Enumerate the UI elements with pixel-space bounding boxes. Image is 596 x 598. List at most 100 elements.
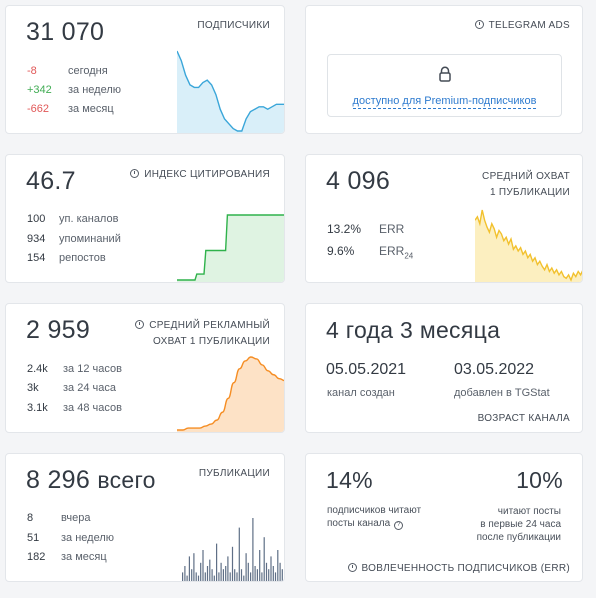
engagement-left-text-2-wrap: посты канала? — [327, 518, 404, 530]
ad-reach-24h-label: за 24 часа — [63, 382, 116, 394]
clock-icon — [474, 20, 484, 29]
citation-reposts-row: 154 репостов — [27, 252, 106, 264]
engagement-right-text-2: в первые 24 часа — [480, 519, 561, 530]
channel-age-value: 4 года 3 месяца — [326, 317, 501, 343]
publications-bar — [220, 562, 222, 581]
publications-bar — [197, 575, 200, 581]
citation-sparkline — [177, 214, 284, 282]
publications-bar — [231, 546, 234, 581]
subscribers-title: ПОДПИСЧИКИ — [197, 20, 270, 31]
publications-bar — [238, 527, 240, 581]
citation-reposts-label: репостов — [59, 252, 106, 264]
publications-bar — [268, 569, 270, 581]
publications-bar — [206, 566, 209, 581]
citation-mentions-label: упоминаний — [59, 233, 121, 245]
created-label: канал создан — [327, 387, 395, 399]
engagement-card: 14% подписчиков читают посты канала? 10%… — [305, 453, 583, 582]
publications-bar — [236, 572, 238, 581]
ad-reach-sparkline-area — [177, 357, 284, 432]
publications-week-label: за неделю — [61, 532, 115, 544]
reach-title: СРЕДНИЙ ОХВАТ 1 ПУБЛИКАЦИИ — [482, 169, 570, 201]
clock-icon — [347, 563, 357, 572]
publications-bar — [218, 572, 220, 581]
citation-card[interactable]: 46.7 ИНДЕКС ЦИТИРОВАНИЯ 100 уп. каналов … — [5, 154, 285, 283]
ad-reach-sparkline — [177, 356, 284, 432]
subscribers-month-row: -662 за месяц — [27, 103, 114, 115]
citation-mentions-row: 934 упоминаний — [27, 233, 121, 245]
reach-err-label: ERR — [379, 222, 405, 236]
publications-bar — [184, 566, 186, 581]
publications-week-row: 51 за неделю — [27, 532, 114, 544]
ad-reach-12h-value: 2.4k — [27, 363, 48, 375]
telegram-ads-card: TELEGRAM ADS доступно для Premium-подпис… — [305, 5, 583, 134]
subscribers-today-label: сегодня — [68, 65, 108, 77]
publications-title: ПУБЛИКАЦИИ — [198, 468, 270, 479]
reach-title-line1: СРЕДНИЙ ОХВАТ — [482, 171, 570, 182]
publications-bar — [250, 572, 252, 581]
publications-bar — [202, 550, 204, 581]
publications-month-value: 182 — [27, 551, 46, 563]
subscribers-week-label: за неделю — [68, 84, 122, 96]
citation-channels-row: 100 уп. каналов — [27, 213, 118, 225]
publications-bar — [225, 566, 227, 581]
reach-card[interactable]: 4 096 СРЕДНИЙ ОХВАТ 1 ПУБЛИКАЦИИ 13.2% E… — [305, 154, 583, 283]
publications-bar — [263, 537, 265, 581]
reach-sparkline — [475, 209, 582, 282]
publications-bar — [245, 553, 247, 581]
citation-label: ИНДЕКС ЦИТИРОВАНИЯ — [144, 169, 270, 180]
publications-bar — [247, 562, 249, 581]
publications-bar — [265, 562, 268, 581]
publications-bar — [240, 569, 243, 581]
ad-reach-title-line2: ОХВАТ 1 ПУБЛИКАЦИИ — [153, 336, 270, 347]
publications-bar — [234, 569, 236, 581]
ad-reach-24h-row: 3k за 24 часа — [27, 382, 116, 394]
engagement-right-text-3: после публикации — [476, 532, 561, 543]
publications-card[interactable]: 8 296 всего ПУБЛИКАЦИИ 8 вчера 51 за нед… — [5, 453, 285, 582]
publications-total: 8 296 всего — [26, 466, 156, 495]
ad-reach-value: 2 959 — [26, 316, 91, 344]
added-date: 03.05.2022 — [454, 361, 535, 378]
created-date: 05.05.2021 — [326, 361, 407, 378]
info-icon[interactable]: ? — [394, 521, 404, 530]
ad-reach-24h-value: 3k — [27, 382, 39, 394]
premium-lock-box[interactable]: доступно для Premium-подписчиков — [327, 54, 562, 117]
telegram-ads-label: TELEGRAM ADS — [488, 20, 570, 31]
subscribers-month-value: -662 — [27, 103, 50, 115]
citation-channels-value: 100 — [27, 213, 46, 225]
channel-age-title: ВОЗРАСТ КАНАЛА — [477, 413, 570, 424]
publications-bar — [213, 575, 215, 581]
publications-bar — [274, 572, 277, 581]
citation-mentions-value: 934 — [27, 233, 46, 245]
publications-bar — [256, 569, 258, 581]
publications-bar — [270, 556, 272, 581]
subscribers-week-value: +342 — [27, 84, 52, 96]
premium-link-text[interactable]: доступно для Premium-подписчиков — [352, 95, 537, 109]
reach-err24-row: 9.6% ERR24 — [327, 244, 413, 260]
ad-reach-title-line1-text: СРЕДНИЙ РЕКЛАМНЫЙ — [149, 320, 270, 331]
publications-bar — [200, 562, 202, 581]
publications-bar — [222, 569, 224, 581]
engagement-left-percent: 14% — [326, 467, 373, 493]
reach-err24-label-main: ERR — [379, 244, 405, 258]
publications-bar-chart — [182, 518, 283, 581]
publications-bar — [191, 569, 193, 581]
publications-month-row: 182 за месяц — [27, 551, 107, 563]
publications-bar — [211, 569, 213, 581]
engagement-right-text: читают посты в первые 24 часа после публ… — [477, 505, 561, 544]
ad-reach-48h-value: 3.1k — [27, 402, 48, 414]
ad-reach-card[interactable]: 2 959 СРЕДНИЙ РЕКЛАМНЫЙ ОХВАТ 1 ПУБЛИКАЦ… — [5, 303, 285, 433]
subscribers-today-value: -8 — [27, 65, 37, 77]
publications-yesterday-label: вчера — [61, 512, 91, 524]
subscribers-card[interactable]: 31 070 ПОДПИСЧИКИ -8 сегодня +342 за нед… — [5, 5, 285, 134]
publications-week-value: 51 — [27, 532, 40, 544]
publications-bar — [272, 566, 274, 581]
publications-bar — [277, 550, 279, 581]
subscribers-count: 31 070 — [26, 18, 105, 46]
telegram-ads-title: TELEGRAM ADS — [474, 20, 570, 31]
ad-reach-12h-row: 2.4k за 12 часов — [27, 363, 122, 375]
subscribers-month-label: за месяц — [68, 103, 114, 115]
reach-err24-value: 9.6% — [327, 244, 355, 258]
ad-reach-title: СРЕДНИЙ РЕКЛАМНЫЙ ОХВАТ 1 ПУБЛИКАЦИИ — [135, 318, 270, 350]
premium-link[interactable]: доступно для Premium-подписчиков — [328, 95, 561, 109]
lock-icon — [439, 66, 451, 82]
